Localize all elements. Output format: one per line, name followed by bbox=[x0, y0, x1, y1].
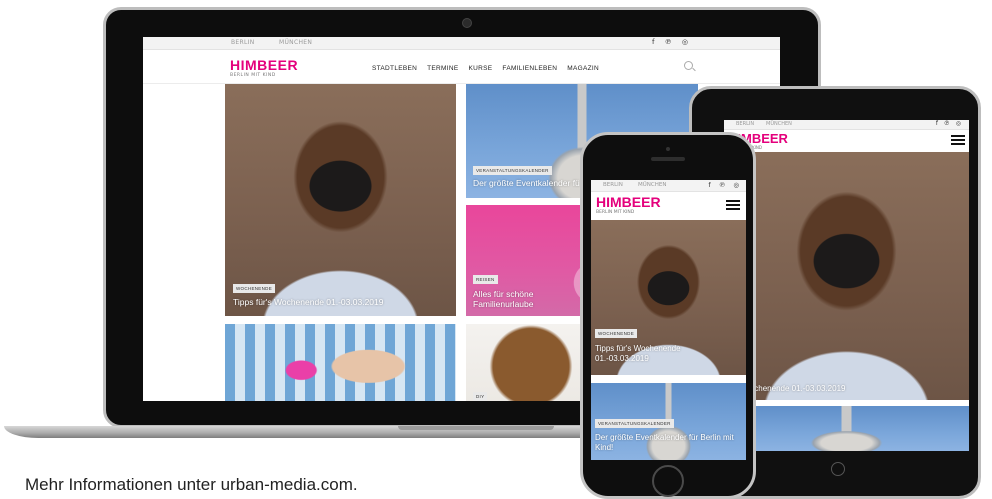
nav-item-kurse[interactable]: KURSE bbox=[469, 65, 493, 72]
phone-screen: BERLIN MÜNCHEN f ℗ ◎ HIMBEER BERLIN MIT … bbox=[591, 180, 746, 460]
article-card-eventkalender[interactable]: VERANSTALTUNGSKALENDER Der größte Eventk… bbox=[591, 383, 746, 460]
nav-item-magazin[interactable]: MAGAZIN bbox=[567, 65, 599, 72]
card-tag: WOCHENENDE bbox=[595, 329, 638, 338]
card-tag: WOCHENENDE bbox=[233, 284, 276, 293]
camera-icon bbox=[462, 18, 472, 28]
article-card-wochenende[interactable]: WOCHENENDE Tipps für's Wochenende 01.-03… bbox=[225, 84, 456, 316]
tablet-screen: BERLIN MÜNCHEN f ℗ ◎ HIMBEER BERLIN MIT … bbox=[724, 120, 969, 451]
city-tab-muenchen[interactable]: MÜNCHEN bbox=[638, 182, 666, 188]
card-title: Der größte Eventkalender fü bbox=[473, 178, 580, 188]
home-button[interactable] bbox=[831, 462, 845, 476]
home-button[interactable] bbox=[652, 465, 684, 497]
city-bar: BERLIN MÜNCHEN f ℗ ◎ bbox=[591, 180, 746, 192]
city-tab-muenchen[interactable]: MÜNCHEN bbox=[766, 121, 792, 127]
social-icons[interactable]: f ℗ ◎ bbox=[652, 38, 692, 46]
card-tag: VERANSTALTUNGSKALENDER bbox=[595, 419, 674, 428]
city-bar: BERLIN MÜNCHEN f ℗ ◎ bbox=[724, 120, 969, 130]
card-title: Der größte Eventkalender für Berlin mit … bbox=[595, 433, 734, 452]
info-text: Mehr Informationen unter urban-media.com… bbox=[25, 475, 358, 494]
site-logo-subtitle: BERLIN MIT KIND bbox=[230, 73, 276, 78]
site-logo-subtitle: BERLIN MIT KIND bbox=[596, 210, 635, 215]
article-card-wochenende[interactable]: WOCHENENDE Tipps für's Wochenende 01.-03… bbox=[591, 220, 746, 375]
card-title: Alles für schöne Familienurlaube bbox=[473, 289, 534, 310]
city-tab-berlin[interactable]: BERLIN bbox=[736, 121, 754, 127]
site-header: HIMBEER BERLIN MIT KIND STADTLEBEN TERMI… bbox=[143, 50, 780, 84]
city-tab-berlin[interactable]: BERLIN bbox=[231, 39, 254, 46]
site-logo[interactable]: HIMBEER bbox=[230, 57, 298, 73]
city-bar: BERLIN MÜNCHEN f ℗ ◎ bbox=[143, 37, 780, 50]
card-tag: DIY bbox=[473, 392, 488, 401]
article-card-eventkalender[interactable] bbox=[724, 406, 969, 451]
speaker-grille bbox=[651, 157, 685, 161]
city-tab-muenchen[interactable]: MÜNCHEN bbox=[279, 39, 312, 46]
menu-icon[interactable] bbox=[951, 135, 965, 145]
nav-item-termine[interactable]: TERMINE bbox=[427, 65, 458, 72]
site-logo[interactable]: HIMBEER bbox=[596, 194, 661, 210]
article-card-wochenende[interactable]: r's Wochenende 01.-03.03.2019 bbox=[724, 152, 969, 400]
card-title: Tipps für's Wochenende 01.-03.03.2019 bbox=[233, 297, 384, 307]
card-title: Tipps für's Wochenende 01.-03.03.2019 bbox=[595, 344, 681, 363]
search-icon[interactable] bbox=[684, 61, 693, 70]
laptop-notch bbox=[398, 426, 554, 430]
nav-item-stadtleben[interactable]: STADTLEBEN bbox=[372, 65, 417, 72]
article-card-kids[interactable] bbox=[225, 324, 456, 401]
card-tag: REISEN bbox=[473, 275, 498, 284]
city-tab-berlin[interactable]: BERLIN bbox=[603, 182, 623, 188]
social-icons[interactable]: f ℗ ◎ bbox=[936, 120, 963, 127]
main-nav: STADTLEBEN TERMINE KURSE FAMILIENLEBEN M… bbox=[372, 65, 599, 72]
card-tag: VERANSTALTUNGSKALENDER bbox=[473, 166, 552, 175]
nav-item-familienleben[interactable]: FAMILIENLEBEN bbox=[502, 65, 557, 72]
camera-icon bbox=[666, 147, 670, 151]
social-icons[interactable]: f ℗ ◎ bbox=[708, 181, 742, 189]
menu-icon[interactable] bbox=[726, 200, 740, 210]
